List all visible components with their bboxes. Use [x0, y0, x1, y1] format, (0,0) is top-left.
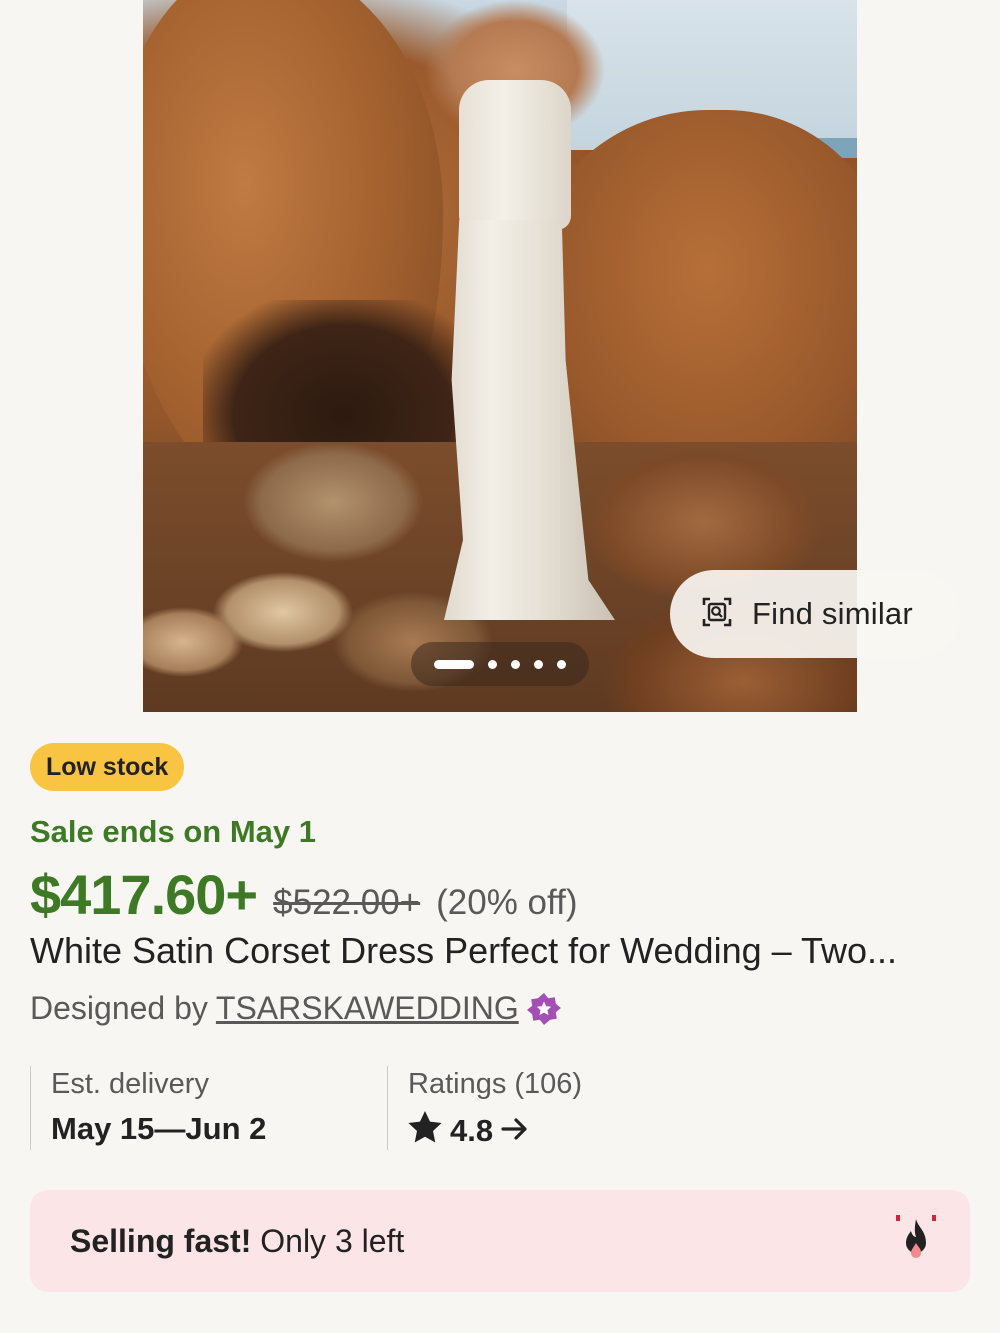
- rating-number: 4.8: [450, 1113, 494, 1148]
- price-row: $417.60+ $522.00+ (20% off): [30, 862, 577, 927]
- star-icon: [408, 1111, 442, 1151]
- find-similar-button[interactable]: Find similar: [670, 570, 960, 658]
- gallery-dot-2[interactable]: [488, 659, 497, 669]
- image-dress-bodice: [459, 80, 571, 230]
- delivery-label: Est. delivery: [51, 1068, 209, 1100]
- estimated-delivery: Est. delivery May 15—Jun 2: [30, 1066, 387, 1150]
- gallery-dot-1[interactable]: [434, 659, 474, 669]
- selling-fast-text: Selling fast! Only 3 left: [70, 1223, 404, 1260]
- product-title[interactable]: White Satin Corset Dress Perfect for Wed…: [30, 930, 970, 972]
- selling-fast-count: Only 3 left: [251, 1222, 405, 1259]
- image-dress: [415, 0, 615, 630]
- current-price: $417.60+: [30, 863, 258, 926]
- fire-icon: [892, 1213, 940, 1270]
- gallery-dot-5[interactable]: [557, 659, 566, 669]
- find-similar-label: Find similar: [752, 596, 913, 631]
- low-stock-badge: Low stock: [30, 743, 185, 791]
- original-price: $522.00+: [273, 883, 421, 922]
- gallery-pagination[interactable]: [411, 642, 589, 686]
- arrow-right-icon[interactable]: [501, 1113, 529, 1149]
- gallery-dot-4[interactable]: [534, 659, 543, 669]
- product-facts: Est. delivery May 15—Jun 2 Ratings (106)…: [30, 1066, 582, 1150]
- star-seller-badge-icon: [526, 992, 561, 1026]
- ratings-label: Ratings (106): [408, 1068, 583, 1100]
- ratings-summary[interactable]: Ratings (106) 4.8: [387, 1066, 582, 1150]
- designer-line: Designed by TSARSKAWEDDING: [30, 990, 561, 1027]
- selling-fast-bold: Selling fast!: [70, 1222, 252, 1259]
- image-search-icon: [702, 597, 732, 632]
- delivery-value: May 15—Jun 2: [51, 1111, 267, 1146]
- shop-name-link[interactable]: TSARSKAWEDDING: [216, 990, 519, 1027]
- gallery-dot-3[interactable]: [511, 659, 520, 669]
- sale-ends-text: Sale ends on May 1: [30, 814, 316, 849]
- ratings-value-row: 4.8: [408, 1111, 582, 1151]
- selling-fast-banner: Selling fast! Only 3 left: [30, 1190, 970, 1292]
- image-dress-skirt: [444, 220, 615, 620]
- designed-by-label: Designed by: [30, 990, 208, 1026]
- discount-text: (20% off): [436, 883, 578, 922]
